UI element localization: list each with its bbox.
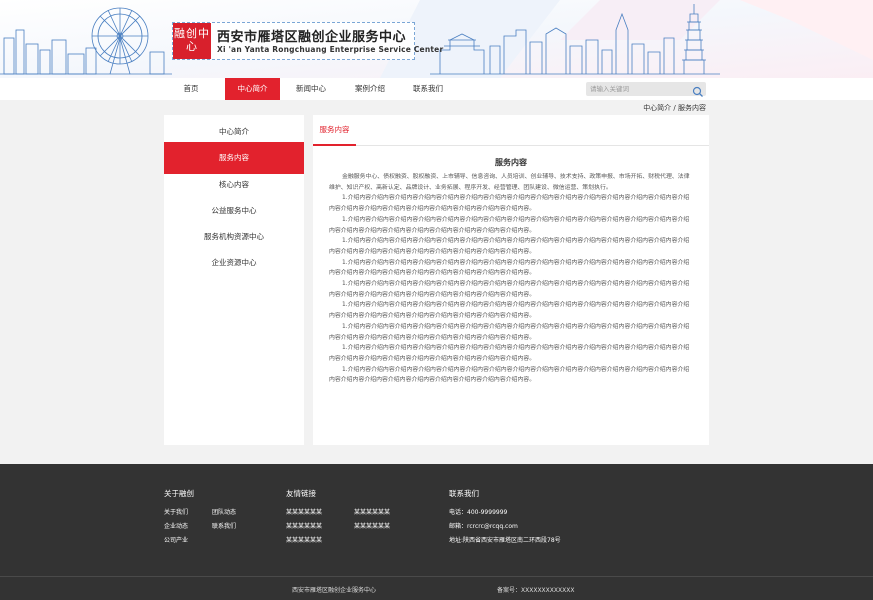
article-paragraph: 1.介绍内容介绍内容介绍内容介绍内容介绍内容介绍内容介绍内容介绍内容介绍内容介绍… [329, 345, 690, 362]
skyline-illustration [0, 0, 873, 78]
footer-about-title: 关于融创 [164, 489, 194, 498]
article-body: 金融服务中心、债权融资、股权融资、上市辅导、信息咨询、人员培训、创业辅导、技术支… [329, 172, 693, 386]
nav-contact[interactable]: 联系我们 [402, 78, 454, 100]
search-input[interactable] [590, 83, 686, 95]
nav-about[interactable]: 中心简介 [225, 78, 280, 100]
footer-friend-link[interactable]: 某某某某某某 [286, 535, 322, 544]
tab-services[interactable]: 服务内容 [313, 115, 356, 146]
site-logo[interactable]: 融创中心 西安市雁塔区融创企业服务中心 Xi 'an Yanta Rongchu… [172, 22, 443, 60]
footer-icp: 备案号：XXXXXXXXXXXXX [497, 587, 575, 594]
search-box [586, 82, 706, 97]
article-title: 服务内容 [495, 158, 527, 167]
article-paragraph: 1.介绍内容介绍内容介绍内容介绍内容介绍内容介绍内容介绍内容介绍内容介绍内容介绍… [329, 281, 690, 298]
sidebar: 中心简介 服务内容 核心内容 公益服务中心 服务机构资源中心 企业资源中心 [164, 115, 304, 445]
breadcrumb: 中心简介 / 服务内容 [643, 104, 706, 112]
footer-link-about-us[interactable]: 关于我们 [164, 507, 188, 516]
article-paragraph: 1.介绍内容介绍内容介绍内容介绍内容介绍内容介绍内容介绍内容介绍内容介绍内容介绍… [329, 302, 690, 320]
footer-friend-link[interactable]: 某某某某某某 [286, 507, 322, 516]
footer: 关于融创 关于我们 团队动态 企业动态 联系我们 公司产业 友情链接 某某某某某… [0, 464, 873, 600]
article-paragraph: 1.介绍内容介绍内容介绍内容介绍内容介绍内容介绍内容介绍内容介绍内容介绍内容介绍… [329, 366, 690, 384]
footer-link-company-news[interactable]: 企业动态 [164, 521, 188, 530]
nav-home[interactable]: 首页 [167, 78, 215, 100]
header-banner: 融创中心 西安市雁塔区融创企业服务中心 Xi 'an Yanta Rongchu… [0, 0, 873, 78]
footer-friend-link[interactable]: 某某某某某某 [286, 521, 322, 530]
site-title-en: Xi 'an Yanta Rongchuang Enterprise Servi… [217, 45, 444, 54]
footer-link-team[interactable]: 团队动态 [212, 507, 236, 516]
footer-link-industry[interactable]: 公司产业 [164, 535, 188, 544]
footer-address: 地址:陕西省西安市雁塔区南二环西段78号 [449, 537, 561, 544]
footer-divider [0, 576, 873, 577]
site-title: 西安市雁塔区融创企业服务中心 [217, 30, 407, 45]
footer-phone: 电话：400-9999999 [449, 509, 508, 516]
footer-link-contact[interactable]: 联系我们 [212, 521, 236, 530]
footer-friends-title: 友情链接 [286, 489, 316, 498]
footer-email: 邮箱：rcrcrc@rcqq.com [449, 523, 518, 530]
logo-seal: 融创中心 [173, 23, 211, 59]
footer-copyright: 西安市雁塔区融创企业服务中心 [292, 587, 377, 594]
nav-news[interactable]: 新闻中心 [286, 78, 336, 100]
main-content: 服务内容 服务内容 金融服务中心、债权融资、股权融资、上市辅导、信息咨询、人员培… [313, 115, 709, 445]
article-paragraph: 1.介绍内容介绍内容介绍内容介绍内容介绍内容介绍内容介绍内容介绍内容介绍内容介绍… [329, 259, 690, 277]
article-paragraph: 1.介绍内容介绍内容介绍内容介绍内容介绍内容介绍内容介绍内容介绍内容介绍内容介绍… [329, 238, 690, 255]
search-icon[interactable] [692, 83, 704, 97]
article-paragraph: 1.介绍内容介绍内容介绍内容介绍内容介绍内容介绍内容介绍内容介绍内容介绍内容介绍… [329, 323, 690, 341]
footer-contact-title: 联系我们 [449, 489, 479, 498]
sidebar-item-enterprise[interactable]: 企业资源中心 [164, 247, 304, 279]
footer-friend-link[interactable]: 某某某某某某 [354, 507, 390, 516]
content-tab-bar: 服务内容 [313, 115, 709, 146]
footer-friend-link[interactable]: 某某某某某某 [354, 521, 390, 530]
nav-cases[interactable]: 案例介绍 [345, 78, 395, 100]
article-paragraph: 1.介绍内容介绍内容介绍内容介绍内容介绍内容介绍内容介绍内容介绍内容介绍内容介绍… [329, 216, 690, 234]
article-intro: 金融服务中心、债权融资、股权融资、上市辅导、信息咨询、人员培训、创业辅导、技术支… [329, 174, 690, 191]
main-nav: 首页 中心简介 新闻中心 案例介绍 联系我们 [0, 78, 873, 100]
article-paragraph: 1.介绍内容介绍内容介绍内容介绍内容介绍内容介绍内容介绍内容介绍内容介绍内容介绍… [329, 195, 690, 213]
